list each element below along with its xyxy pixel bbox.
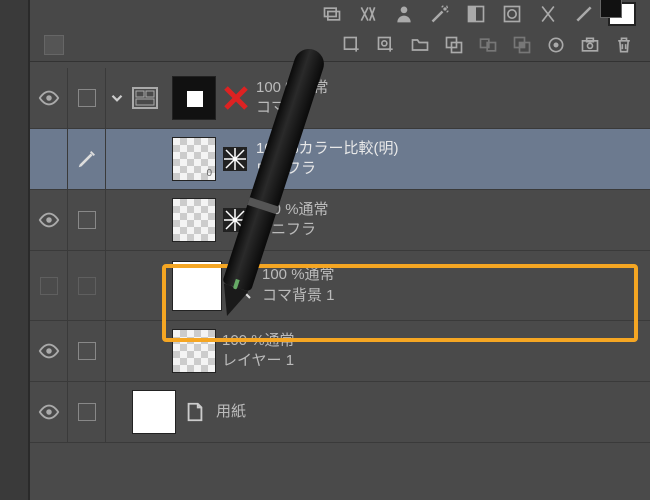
- mask-icon[interactable]: [464, 2, 488, 26]
- lock-toggle[interactable]: [68, 321, 106, 381]
- chevron-down-icon[interactable]: [106, 87, 128, 109]
- layers-panel: 100 %通常 コマ 1 0 100 %カラー比較(明): [30, 0, 650, 500]
- layers-toolbar-1: [30, 0, 650, 29]
- lock-toggle[interactable]: [68, 251, 106, 321]
- new-layer-button[interactable]: [340, 33, 364, 57]
- layer-label[interactable]: 100 %通常 コマ背景 1: [262, 265, 650, 306]
- visibility-toggle[interactable]: [30, 68, 68, 128]
- layer-name: 用紙: [216, 402, 644, 422]
- delete-layer-button[interactable]: [612, 33, 636, 57]
- layer-label[interactable]: 100 %通常 レイヤー 1: [222, 331, 650, 372]
- blend-mode: 100 %通常: [222, 331, 644, 351]
- adjust-icon[interactable]: [500, 2, 524, 26]
- layer-row[interactable]: 100 %通常 レイヤー 1: [30, 321, 650, 382]
- person-icon[interactable]: [392, 2, 416, 26]
- layer-name: ウニフラ: [256, 159, 644, 179]
- visibility-toggle[interactable]: [30, 321, 68, 381]
- layer-name: ウニフラ: [256, 220, 644, 240]
- lock-toggle[interactable]: [68, 382, 106, 442]
- snapshot-button[interactable]: [578, 33, 602, 57]
- layer-name: コマ 1: [256, 98, 644, 118]
- layer-thumbnail: [132, 390, 176, 434]
- blend-mode: 100 %カラー比較(明): [256, 139, 644, 159]
- layer-thumbnail: [172, 198, 216, 242]
- layer-row-paper[interactable]: 用紙: [30, 382, 650, 443]
- layer-row[interactable]: 100 %通常 ウニフラ: [30, 190, 650, 251]
- panel-toggle-button[interactable]: [44, 35, 64, 55]
- layers-icon[interactable]: [320, 2, 344, 26]
- layer-name: レイヤー 1: [222, 351, 644, 371]
- new-folder-button[interactable]: [408, 33, 432, 57]
- duplicate-layer-button[interactable]: [442, 33, 466, 57]
- layer-label[interactable]: 用紙: [216, 402, 650, 422]
- layers-list: 100 %通常 コマ 1 0 100 %カラー比較(明): [30, 62, 650, 443]
- new-vector-layer-button[interactable]: [374, 33, 398, 57]
- layer-thumbnail: [172, 329, 216, 373]
- layer-thumbnail: 0: [172, 137, 216, 181]
- frame-folder-icon: [132, 87, 158, 109]
- layer-thumbnail: [172, 76, 216, 120]
- layer-row[interactable]: 0 100 %カラー比較(明) ウニフラ: [30, 129, 650, 190]
- line-icon[interactable]: [572, 2, 596, 26]
- layer-label[interactable]: 100 %通常 ウニフラ: [256, 200, 650, 241]
- layer-row-highlighted[interactable]: 100 %通常 コマ背景 1: [30, 251, 650, 321]
- visibility-toggle[interactable]: [30, 190, 68, 250]
- blend-mode: 100 %通常: [256, 200, 644, 220]
- layers-toolbar-2: [30, 29, 650, 62]
- layer-row-folder[interactable]: 100 %通常 コマ 1: [30, 68, 650, 129]
- edit-indicator[interactable]: [68, 129, 106, 189]
- visibility-toggle[interactable]: [30, 382, 68, 442]
- disabled-mask-icon: [222, 84, 250, 112]
- wand-icon[interactable]: [428, 2, 452, 26]
- lock-toggle[interactable]: [68, 68, 106, 128]
- burst-effect-icon: [222, 146, 248, 172]
- layer-name: コマ背景 1: [262, 286, 644, 306]
- transfer-layer-button[interactable]: [476, 33, 500, 57]
- clip-icon[interactable]: [536, 2, 560, 26]
- blend-mode: 100 %通常: [262, 265, 644, 285]
- lock-toggle[interactable]: [68, 190, 106, 250]
- record-button[interactable]: [544, 33, 568, 57]
- color-swatch[interactable]: [608, 2, 636, 26]
- fx-icon[interactable]: [356, 2, 380, 26]
- paper-icon: [182, 399, 208, 425]
- visibility-toggle[interactable]: [30, 129, 68, 189]
- visibility-toggle[interactable]: [30, 251, 68, 321]
- app-left-rail: [0, 0, 30, 500]
- combine-layer-button[interactable]: [510, 33, 534, 57]
- layer-label[interactable]: 100 %カラー比較(明) ウニフラ: [256, 139, 650, 180]
